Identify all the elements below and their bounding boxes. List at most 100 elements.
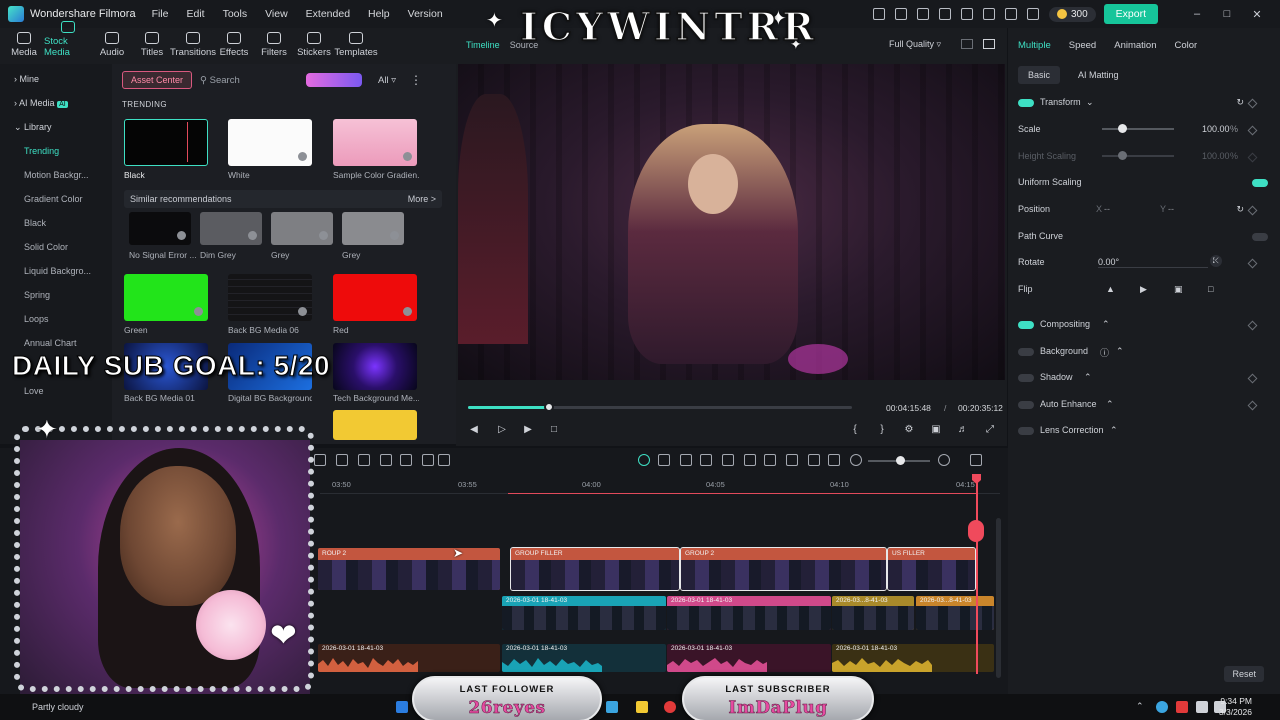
wifi-icon[interactable] — [1196, 701, 1208, 713]
tile-tech-background[interactable] — [333, 343, 417, 390]
gift-icon[interactable] — [872, 8, 885, 20]
tab-templates[interactable]: Templates — [334, 32, 378, 64]
tile-dim-grey[interactable] — [200, 212, 262, 245]
lens-correction-toggle[interactable] — [1018, 427, 1034, 435]
tab-timeline-preview[interactable]: Timeline — [466, 40, 500, 50]
zoom-slider-knob[interactable] — [896, 456, 905, 465]
clock[interactable]: 9:34 PM 3/3/2026 — [1219, 696, 1252, 718]
marker-icon[interactable] — [744, 454, 756, 466]
auto-enhance-toggle[interactable] — [1018, 401, 1034, 409]
crop-icon[interactable] — [400, 454, 412, 466]
play-icon[interactable]: ▶ — [522, 424, 534, 436]
zoom-in-icon[interactable] — [938, 454, 950, 466]
chevron-down-icon[interactable]: ⌄ — [1086, 97, 1094, 108]
zoom-out-icon[interactable] — [850, 454, 862, 466]
tab-stickers[interactable]: Stickers — [294, 32, 334, 64]
compositing-toggle[interactable] — [1018, 321, 1034, 329]
timeline-audio-clip[interactable]: 2026-03-01 18-41-03 — [318, 644, 500, 672]
mail-icon[interactable] — [960, 8, 973, 20]
cloud-icon[interactable] — [982, 8, 995, 20]
magic-icon[interactable] — [422, 454, 434, 466]
search-input[interactable]: ⚲ Search — [200, 75, 300, 86]
menu-tools[interactable]: Tools — [223, 8, 248, 20]
credits-badge[interactable]: 300 — [1048, 6, 1096, 22]
sidebar-item-loops[interactable]: Loops — [0, 307, 112, 331]
download-icon[interactable] — [177, 231, 186, 240]
detach-icon[interactable] — [658, 454, 670, 466]
export-button[interactable]: Export — [1103, 4, 1158, 24]
lightbulb-icon[interactable] — [916, 8, 929, 20]
microphone-icon[interactable] — [764, 454, 776, 466]
timeline-video-clip[interactable]: 2026-03-01 18-41-03 — [502, 596, 666, 630]
shadow-toggle[interactable] — [1018, 374, 1034, 382]
tab-filters[interactable]: Filters — [254, 32, 294, 64]
timeline-video-clip[interactable]: 2026-03-01 18-41-03 — [667, 596, 831, 630]
scrubber-knob[interactable] — [543, 402, 554, 412]
motion-tracking-icon[interactable] — [722, 454, 734, 466]
chevron-up-icon[interactable]: ⌃ — [1136, 701, 1148, 713]
close-icon[interactable]: ✕ — [1250, 8, 1264, 21]
download-icon[interactable] — [319, 231, 328, 240]
headset-icon[interactable] — [1004, 8, 1017, 20]
scale-slider[interactable] — [1102, 124, 1174, 133]
transform-toggle[interactable] — [1018, 99, 1034, 107]
chevron-up-icon[interactable]: ⌃ — [1110, 425, 1118, 436]
chevron-up-icon[interactable]: ⌃ — [1116, 346, 1124, 357]
timeline-clip-group-filler[interactable]: GROUP FILLER — [510, 547, 680, 591]
rotate-field[interactable]: 0.00° — [1098, 257, 1208, 268]
tile-black[interactable] — [124, 119, 208, 166]
more-options-icon[interactable]: ⋮ — [410, 73, 422, 87]
chevron-up-icon[interactable]: ⌃ — [1106, 399, 1114, 410]
sidebar-item-solid-color[interactable]: Solid Color — [0, 235, 112, 259]
sidebar-item-gradient-color[interactable]: Gradient Color — [0, 187, 112, 211]
tile-grey-2[interactable] — [342, 212, 404, 245]
snapshot-icon[interactable] — [983, 39, 995, 49]
quality-dropdown[interactable]: Full Quality ▿ — [889, 39, 941, 50]
timeline-scrollbar[interactable] — [996, 518, 1001, 678]
keyframe-icon[interactable] — [1247, 400, 1258, 411]
tile-back-bg-06[interactable] — [228, 274, 312, 321]
position-x-field[interactable]: -- — [1104, 204, 1110, 214]
audio-mixer-icon[interactable] — [786, 454, 798, 466]
sidebar-item-spring[interactable]: Spring — [0, 283, 112, 307]
playback-scrubber[interactable] — [468, 402, 852, 412]
tile-yellow[interactable] — [333, 410, 417, 440]
sidebar-item-library[interactable]: ⌄ Library — [0, 115, 112, 139]
chevron-up-icon[interactable]: ⌃ — [1084, 372, 1092, 383]
previous-frame-icon[interactable]: ◀ — [468, 424, 480, 436]
download-icon[interactable] — [248, 231, 257, 240]
download-icon[interactable] — [194, 307, 203, 316]
tab-titles[interactable]: Titles — [132, 32, 172, 64]
menu-version[interactable]: Version — [408, 8, 443, 20]
layout-icon[interactable] — [938, 8, 951, 20]
sidebar-item-liquid-backgrounds[interactable]: Liquid Backgro... — [0, 259, 112, 283]
download-icon[interactable] — [298, 307, 307, 316]
fullscreen-icon[interactable]: ⤢ — [984, 424, 996, 436]
download-icon[interactable] — [403, 152, 412, 161]
sidebar-item-trending[interactable]: Trending — [0, 139, 112, 163]
tab-speed[interactable]: Speed — [1069, 40, 1096, 51]
download-icon[interactable] — [298, 152, 307, 161]
keyframe-icon[interactable] — [1247, 125, 1258, 136]
flip-horizontal-icon[interactable]: ▲ — [1106, 284, 1115, 294]
tab-color[interactable]: Color — [1174, 40, 1197, 51]
tile-no-signal[interactable] — [129, 212, 191, 245]
fit-icon[interactable] — [828, 454, 840, 466]
asset-center-button[interactable]: Asset Center — [122, 71, 193, 89]
network-icon[interactable] — [1156, 701, 1168, 713]
copilot-icon[interactable] — [606, 701, 618, 713]
reset-transform-icon[interactable]: ↻ — [1236, 97, 1244, 108]
sidebar-item-ai-media[interactable]: › AI Media AI — [0, 91, 112, 115]
minimize-icon[interactable]: – — [1190, 8, 1204, 20]
keyframe-icon[interactable] — [1247, 98, 1258, 109]
background-toggle[interactable] — [1018, 348, 1034, 356]
timeline-clip-group-2[interactable]: ROUP 2 — [318, 548, 500, 590]
render-preview-icon[interactable] — [700, 454, 712, 466]
sidebar-item-mine[interactable]: › Mine — [0, 67, 112, 91]
timeline-audio-clip[interactable]: 2026-03-01 18-41-03 — [502, 644, 666, 672]
playhead-handle[interactable] — [968, 520, 984, 542]
filter-dropdown[interactable]: All ▿ — [378, 75, 396, 86]
timeline-video-clip[interactable]: 2026-03...8-41-03 — [916, 596, 994, 630]
keyframe-icon[interactable] — [1247, 258, 1258, 269]
tab-effects[interactable]: Effects — [214, 32, 254, 64]
